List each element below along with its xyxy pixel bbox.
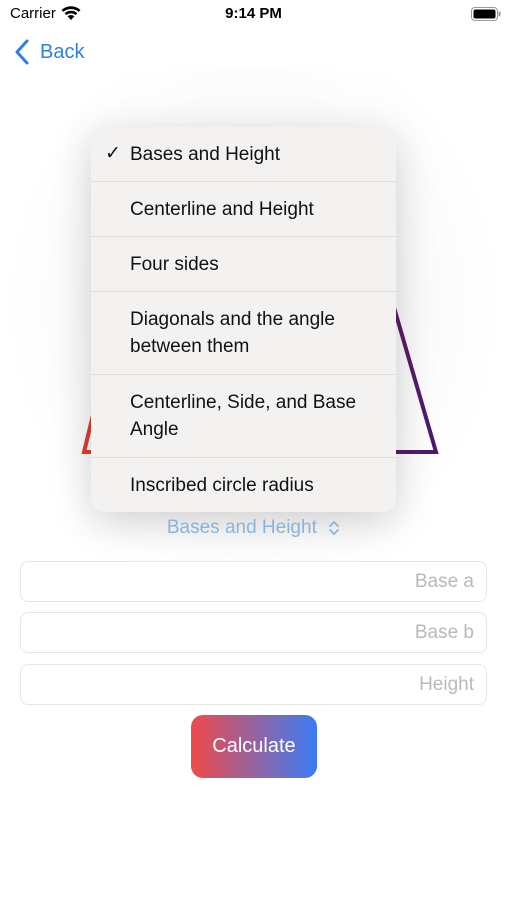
menu-item-label: Four sides bbox=[130, 254, 219, 275]
height-field bbox=[20, 664, 487, 705]
navigation-bar: Back bbox=[0, 34, 507, 74]
method-menu: ✓ Bases and Height Centerline and Height… bbox=[91, 127, 396, 512]
menu-item-label: Inscribed circle radius bbox=[130, 475, 314, 496]
menu-item-centerline-and-height[interactable]: Centerline and Height bbox=[91, 182, 396, 237]
picker-label: Bases and Height bbox=[166, 517, 317, 538]
menu-item-label: Centerline and Height bbox=[130, 199, 314, 220]
menu-item-label: Bases and Height bbox=[130, 144, 280, 165]
menu-item-bases-and-height[interactable]: ✓ Bases and Height bbox=[91, 127, 396, 182]
clock: 9:14 PM bbox=[225, 5, 282, 22]
menu-item-label: Centerline, Side, and Base Angle bbox=[130, 392, 357, 440]
chevron-up-down-icon bbox=[329, 521, 340, 535]
back-label: Back bbox=[40, 40, 85, 63]
menu-item-label: Diagonals and the angle between them bbox=[130, 309, 335, 357]
chevron-left-icon bbox=[15, 39, 29, 65]
height-input[interactable] bbox=[21, 665, 486, 704]
menu-item-centerline-side-base-angle[interactable]: Centerline, Side, and Base Angle bbox=[91, 375, 396, 458]
menu-item-diagonals-and-angle[interactable]: Diagonals and the angle between them bbox=[91, 292, 396, 375]
menu-item-four-sides[interactable]: Four sides bbox=[91, 237, 396, 292]
method-picker[interactable]: Bases and Height bbox=[0, 517, 507, 539]
back-button[interactable]: Back bbox=[14, 39, 84, 65]
checkmark-icon: ✓ bbox=[105, 143, 121, 164]
status-bar: Carrier 9:14 PM bbox=[0, 0, 507, 30]
base-b-input[interactable] bbox=[21, 613, 486, 652]
battery-icon bbox=[471, 7, 501, 21]
base-b-field bbox=[20, 612, 487, 653]
calculate-button[interactable]: Calculate bbox=[191, 715, 317, 778]
menu-item-inscribed-circle-radius[interactable]: Inscribed circle radius bbox=[91, 458, 396, 512]
base-a-input[interactable] bbox=[21, 562, 486, 601]
base-a-field bbox=[20, 561, 487, 602]
